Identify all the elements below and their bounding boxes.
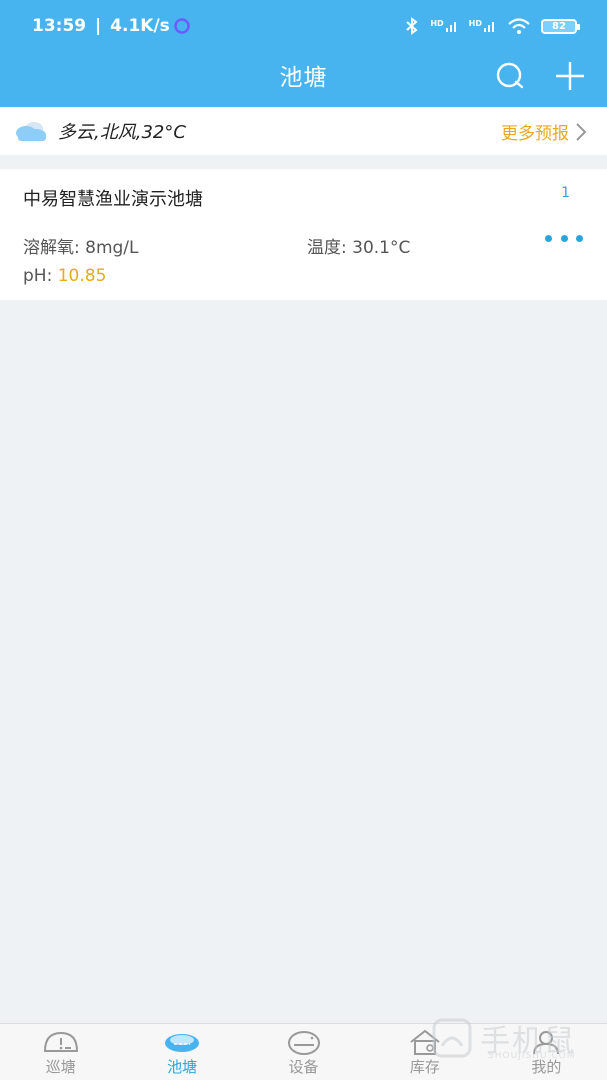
signal-1: HD (430, 19, 458, 33)
bottom-tab-bar: 巡塘 池塘 设备 库存 我的 (0, 1023, 607, 1080)
hd-label-1: HD (430, 19, 444, 28)
tab-profile[interactable]: 我的 (486, 1024, 607, 1080)
top-bar: 13:59 | 4.1K/s HD HD 82 池塘 (0, 0, 607, 107)
pond-count: 1 (561, 185, 570, 201)
tab-label: 巡塘 (45, 1058, 76, 1076)
add-icon[interactable] (554, 60, 586, 92)
search-icon[interactable] (494, 60, 526, 92)
more-options-icon[interactable] (545, 231, 583, 245)
ph-reading: pH: 10.85 (23, 266, 106, 286)
signal-bars-2-icon (484, 22, 494, 32)
tab-device[interactable]: 设备 (243, 1024, 364, 1080)
tab-label: 我的 (531, 1058, 562, 1076)
weather-text: 多云,北风,32°C (58, 122, 186, 143)
profile-icon (533, 1031, 560, 1055)
tab-label: 设备 (288, 1058, 319, 1076)
pond-name: 中易智慧渔业演示池塘 (23, 189, 203, 210)
network-speed: 4.1K/s (110, 16, 170, 36)
tab-patrol[interactable]: 巡塘 (0, 1024, 121, 1080)
tab-label: 库存 (409, 1058, 440, 1076)
nav-bar: 池塘 (0, 52, 607, 107)
wifi-icon (508, 18, 530, 34)
signal-bars-1-icon (445, 22, 456, 32)
sync-icon (174, 18, 190, 34)
cloudy-icon (16, 122, 46, 141)
tab-pond[interactable]: 池塘 (121, 1024, 242, 1080)
status-separator: | (89, 16, 108, 36)
more-forecast-label: 更多预报 (501, 124, 569, 144)
status-left: 13:59 | 4.1K/s (32, 16, 191, 36)
hd-label-2: HD (468, 19, 482, 28)
more-forecast-link[interactable]: 更多预报 (501, 119, 587, 144)
signal-2: HD (469, 19, 497, 33)
status-right: HD HD 82 (404, 17, 580, 35)
bluetooth-icon (406, 17, 418, 35)
inventory-icon (410, 1029, 440, 1055)
pond-card[interactable]: 中易智慧渔业演示池塘 1 溶解氧: 8mg/L 温度: 30.1°C pH: 1… (0, 169, 607, 300)
chevron-right-icon (576, 122, 587, 141)
patrol-icon (43, 1031, 78, 1052)
device-icon (287, 1031, 320, 1055)
temperature: 温度: 30.1°C (307, 238, 411, 258)
battery-indicator: 82 (541, 18, 580, 34)
weather-bar: 多云,北风,32°C 更多预报 (0, 107, 607, 155)
dissolved-oxygen: 溶解氧: 8mg/L (23, 238, 139, 258)
status-time: 13:59 (32, 16, 87, 36)
status-bar: 13:59 | 4.1K/s HD HD 82 (0, 0, 607, 52)
tab-label: 池塘 (167, 1058, 198, 1076)
ph-label: pH: (23, 266, 58, 286)
pond-icon (165, 1034, 200, 1052)
battery-level: 82 (552, 20, 566, 32)
ph-value: 10.85 (57, 266, 107, 286)
tab-inventory[interactable]: 库存 (364, 1024, 485, 1080)
